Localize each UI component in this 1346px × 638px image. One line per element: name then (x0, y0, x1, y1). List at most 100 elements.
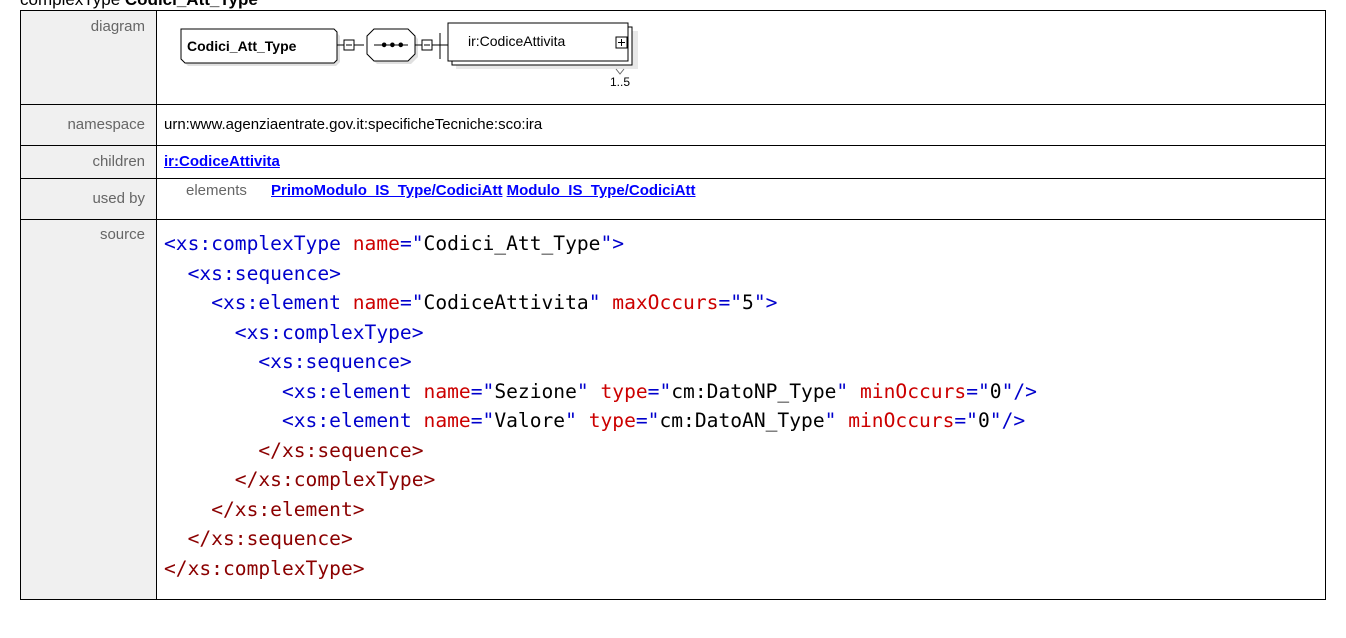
source-token: </xs:complexType> (234, 468, 436, 491)
used-by-cell: elements PrimoModulo_IS_Type/CodiciAtt M… (156, 178, 1326, 220)
used-by-link-primo-modulo[interactable]: PrimoModulo_IS_Type/CodiciAtt (271, 182, 502, 199)
source-token (164, 380, 282, 403)
source-token (164, 527, 188, 550)
source-token (164, 468, 235, 491)
namespace-label: namespace (67, 116, 145, 133)
diagram-row: diagram Codici_Att_Type ••• ir:CodiceAtt… (20, 10, 1326, 105)
used-by-row: used by elements PrimoModulo_IS_Type/Cod… (20, 178, 1326, 220)
source-line: <xs:element name="Valore" type="cm:DatoA… (164, 406, 1325, 436)
children-label-cell: children (20, 145, 157, 179)
source-token: type (588, 409, 636, 432)
source-token: <xs:sequence> (187, 261, 341, 285)
source-label-cell: source (20, 219, 157, 600)
source-token: <xs:element (211, 291, 353, 314)
schema-diagram: Codici_Att_Type ••• ir:CodiceAttivita 1.… (164, 11, 1325, 103)
source-token: =" (470, 409, 495, 432)
namespace-label-cell: namespace (20, 104, 157, 146)
source-token: type (600, 379, 648, 403)
source-token (164, 291, 211, 314)
cardinality-label: 1..5 (610, 75, 630, 89)
source-token: 0 (977, 409, 990, 432)
source-line: <xs:complexType name="Codici_Att_Type"> (164, 229, 1325, 259)
source-token: "> (600, 232, 625, 255)
source-token (164, 439, 258, 462)
collapse-toggle-icon[interactable] (343, 39, 355, 51)
source-token: name (423, 379, 471, 403)
source-line: <xs:complexType> (164, 318, 1325, 348)
source-token: Codici_Att_Type (423, 232, 601, 255)
expand-toggle-icon[interactable] (615, 36, 628, 49)
source-token: =" (399, 291, 424, 314)
source-token: =" (647, 379, 672, 403)
source-token: </xs:sequence> (258, 438, 424, 462)
used-by-link-modulo[interactable]: Modulo_IS_Type/CodiciAtt (507, 182, 696, 199)
source-token: " (836, 379, 861, 403)
page-title-name: Codici_Att_Type (125, 0, 258, 9)
source-token (164, 498, 211, 521)
source-token: " (565, 409, 589, 432)
children-row: children ir:CodiceAttivita (20, 145, 1326, 179)
source-token: CodiceAttivita (423, 291, 589, 314)
source-code: <xs:complexType name="Codici_Att_Type"> … (157, 220, 1325, 583)
namespace-row: namespace urn:www.agenziaentrate.gov.it:… (20, 104, 1326, 146)
source-token: "/> (1001, 379, 1037, 403)
source-row: source <xs:complexType name="Codici_Att_… (20, 219, 1326, 600)
element-box-label: ir:CodiceAttivita (468, 33, 565, 49)
source-token: cm:DatoAN_Type (659, 409, 825, 432)
source-token: Valore (494, 409, 566, 432)
source-token: <xs:element (281, 409, 424, 432)
source-token (164, 409, 282, 432)
source-token: <xs:element (281, 379, 424, 403)
child-link-codice-attivita[interactable]: ir:CodiceAttivita (164, 153, 280, 170)
source-token: <xs:complexType (164, 232, 353, 255)
diagram-label: diagram (90, 18, 145, 35)
source-token: minOccurs (860, 379, 967, 403)
source-token: cm:DatoNP_Type (671, 379, 837, 403)
schema-doc-table: diagram Codici_Att_Type ••• ir:CodiceAtt… (20, 10, 1326, 600)
source-token: " (824, 409, 849, 432)
source-token: name (352, 232, 400, 255)
source-token (164, 350, 258, 373)
source-line: <xs:sequence> (164, 347, 1325, 377)
namespace-value: urn:www.agenziaentrate.gov.it:specifiche… (164, 116, 543, 133)
source-token: minOccurs (848, 409, 955, 432)
source-token: =" (966, 379, 990, 403)
source-line: </xs:element> (164, 495, 1325, 525)
source-token: "/> (989, 409, 1026, 432)
source-token: 5 (742, 291, 754, 314)
children-cell: ir:CodiceAttivita (156, 145, 1326, 179)
element-box[interactable]: ir:CodiceAttivita (447, 22, 638, 69)
diagram-cell: Codici_Att_Type ••• ir:CodiceAttivita 1.… (156, 10, 1326, 105)
source-line: <xs:element name="CodiceAttivita" maxOcc… (164, 288, 1325, 318)
source-token: maxOccurs (612, 291, 719, 314)
source-token (164, 262, 188, 285)
page-title-kind: complexType (20, 0, 120, 9)
source-line: </xs:sequence> (164, 436, 1325, 466)
source-token: name (352, 291, 400, 314)
source-token: =" (635, 409, 660, 432)
source-line: <xs:sequence> (164, 259, 1325, 289)
source-token: =" (399, 232, 424, 255)
source-line: </xs:complexType> (164, 465, 1325, 495)
sequence-compositor-icon[interactable]: ••• (366, 28, 418, 64)
type-box[interactable]: Codici_Att_Type (180, 28, 340, 66)
source-token: " (576, 379, 601, 403)
sequence-symbol: ••• (380, 39, 405, 54)
diagram-label-cell: diagram (20, 10, 157, 105)
source-token: =" (954, 409, 978, 432)
source-line: <xs:element name="Sezione" type="cm:Dato… (164, 377, 1325, 407)
page-title: complexType Codici_Att_Type (20, 0, 258, 9)
source-token: </xs:sequence> (187, 527, 353, 550)
source-cell: <xs:complexType name="Codici_Att_Type"> … (156, 219, 1326, 600)
cardinality-marker (615, 68, 625, 75)
type-box-label: Codici_Att_Type (187, 38, 297, 54)
source-token: =" (718, 291, 743, 314)
source-line: </xs:sequence> (164, 524, 1325, 554)
source-label: source (99, 226, 145, 243)
used-by-kind: elements (186, 182, 247, 199)
collapse-toggle-icon[interactable] (421, 39, 433, 51)
namespace-cell: urn:www.agenziaentrate.gov.it:specifiche… (156, 104, 1326, 146)
children-label: children (92, 153, 145, 170)
source-token: " (588, 291, 613, 314)
source-token: "> (753, 291, 778, 314)
